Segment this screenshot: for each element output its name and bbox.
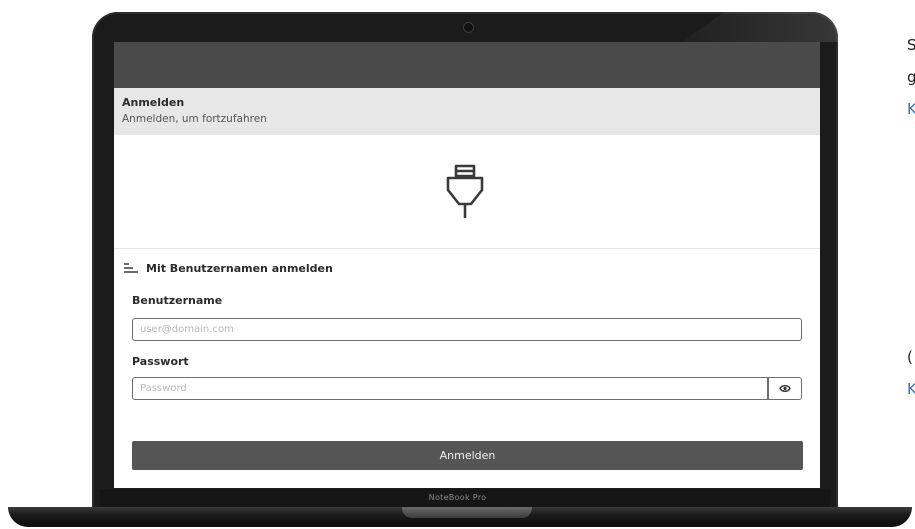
page-title: Anmelden bbox=[122, 96, 185, 109]
side-link[interactable]: K bbox=[907, 380, 915, 398]
login-header: Anmelden Anmelden, um fortzufahren bbox=[114, 88, 820, 135]
webcam bbox=[463, 22, 474, 33]
side-link[interactable]: K bbox=[907, 100, 915, 118]
side-text-line: ( bbox=[907, 348, 913, 366]
password-input[interactable] bbox=[132, 377, 768, 400]
side-text-line: S bbox=[907, 36, 915, 54]
password-label: Passwort bbox=[132, 355, 189, 368]
section-divider bbox=[114, 248, 820, 249]
login-method-row: Mit Benutzernamen anmelden bbox=[124, 261, 333, 275]
login-submit-button[interactable]: Anmelden bbox=[132, 441, 803, 470]
side-text-line: g bbox=[907, 68, 915, 86]
username-label: Benutzername bbox=[132, 294, 223, 307]
laptop-base-notch bbox=[402, 507, 532, 518]
show-password-button[interactable] bbox=[768, 377, 802, 400]
page-subtitle: Anmelden, um fortzufahren bbox=[122, 113, 267, 125]
list-lines-icon bbox=[124, 263, 138, 273]
device-brand-label: NoteBook Pro bbox=[428, 493, 487, 502]
login-method-label: Mit Benutzernamen anmelden bbox=[146, 261, 333, 275]
eye-icon bbox=[779, 385, 791, 392]
username-input[interactable] bbox=[132, 318, 802, 341]
plug-icon bbox=[446, 164, 484, 218]
laptop-screen: Anmelden Anmelden, um fortzufahren Mit B… bbox=[114, 42, 820, 488]
app-topbar bbox=[114, 42, 820, 88]
